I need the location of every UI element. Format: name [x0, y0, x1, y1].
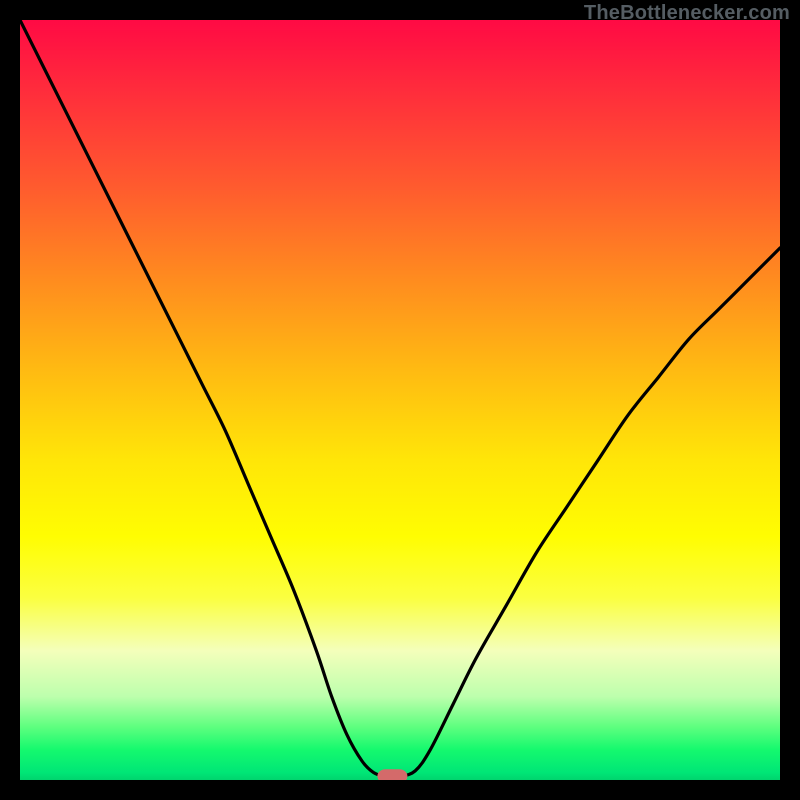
chart-frame: TheBottlenecker.com [0, 0, 800, 800]
bottleneck-curve [20, 20, 780, 777]
plot-svg [20, 20, 780, 780]
optimum-marker [377, 769, 407, 780]
plot-area [20, 20, 780, 780]
